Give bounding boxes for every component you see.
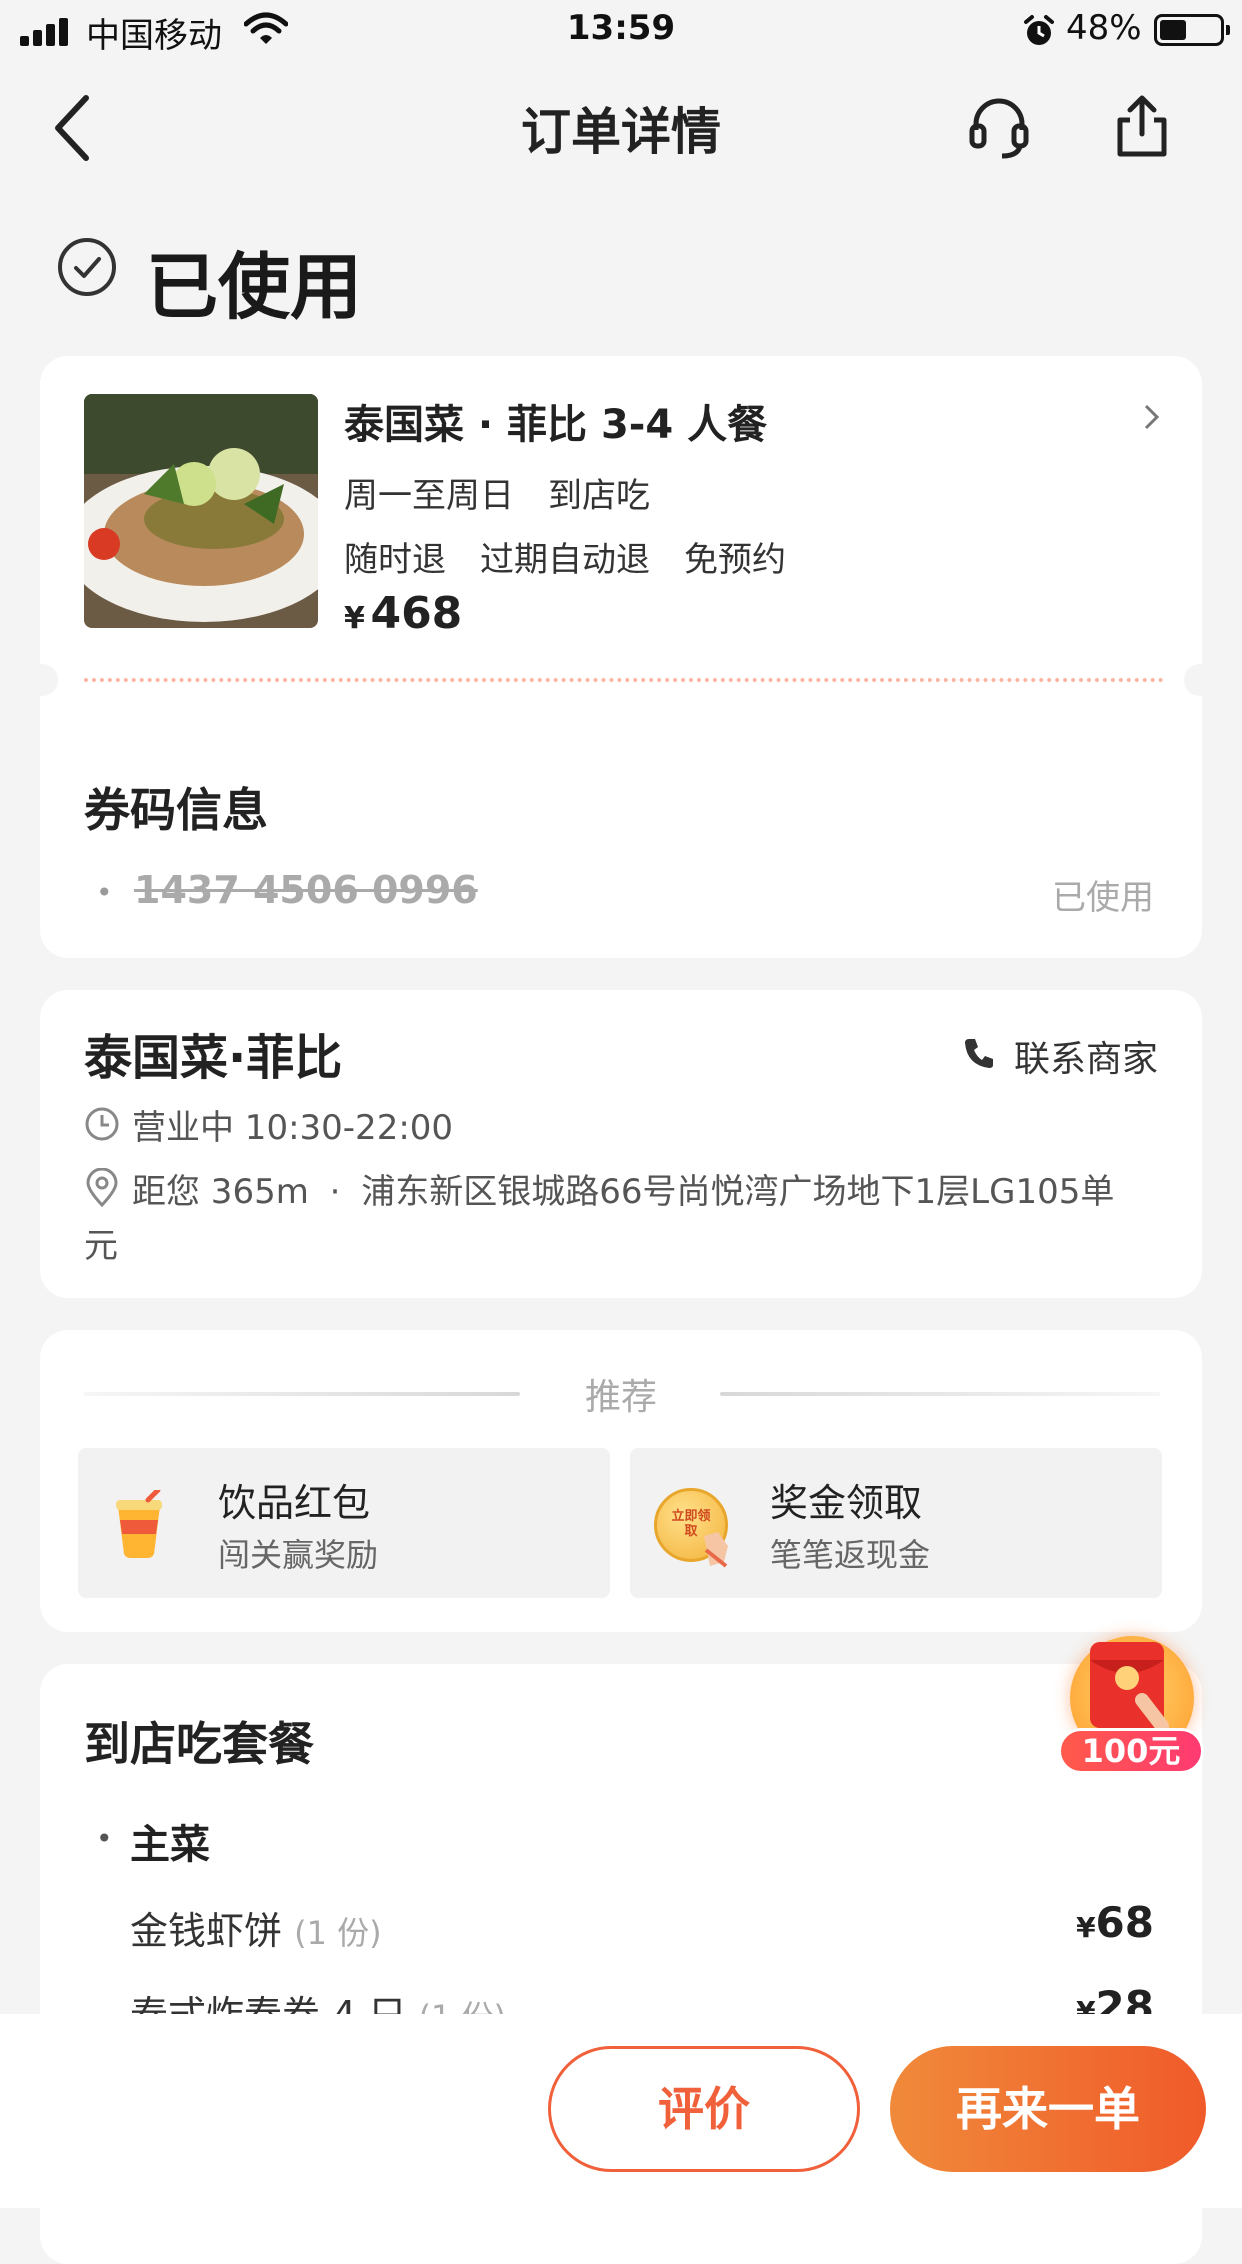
address-line1: 浦东新区银城路66号尚悦湾广场地下1层LG105单 [361, 1172, 1115, 1212]
voucher-title: 券码信息 [84, 783, 268, 837]
currency-symbol: ¥ [1076, 1911, 1096, 1944]
item-qty: (1 份) [294, 1914, 382, 1952]
currency-symbol: ¥ [344, 601, 365, 636]
tag: 过期自动退 [480, 540, 650, 580]
chevron-right-icon[interactable] [1142, 402, 1162, 432]
contact-merchant-button[interactable]: 联系商家 [1014, 1030, 1158, 1082]
promo-amount: 100元 [1058, 1728, 1204, 1774]
recommend-item-title: 奖金领取 [770, 1481, 923, 1525]
voucher-status: 已使用 [1052, 878, 1154, 918]
battery-percent: 48% [1066, 8, 1142, 48]
bullet: • [96, 1822, 113, 1855]
store-distance: 距您 365m [132, 1172, 309, 1212]
hand-icon [704, 1532, 728, 1568]
store-address[interactable]: 距您 365m · 浦东新区银城路66号尚悦湾广场地下1层LG105单 [132, 1164, 1114, 1213]
store-name[interactable]: 泰国菜·菲比 [84, 1018, 342, 1088]
page-title: 订单详情 [521, 103, 721, 161]
alarm-icon [1024, 15, 1054, 45]
review-button[interactable]: 评价 [548, 2046, 860, 2172]
product-name[interactable]: 泰国菜 · 菲比 3-4 人餐 [344, 392, 767, 450]
status-bar: 中国移动 13:59 48% [0, 0, 1242, 64]
share-icon[interactable] [1112, 94, 1172, 160]
package-title: 到店吃套餐 [84, 1717, 314, 1771]
recommend-item[interactable]: 立即领取 奖金领取 笔笔返现金 [630, 1448, 1162, 1598]
order-status: 已使用 [146, 245, 363, 329]
address-line2: 元 [84, 1226, 118, 1266]
package-section: 主菜 [130, 1822, 210, 1868]
validity-mode: 到店吃 [548, 476, 650, 516]
tag: 免预约 [684, 540, 786, 580]
reorder-button[interactable]: 再来一单 [890, 2046, 1206, 2172]
red-packet-promo[interactable]: 100元 [1056, 1630, 1206, 1780]
store-hours: 营业中 10:30-22:00 [132, 1108, 454, 1148]
recommend-item-subtitle: 笔笔返现金 [770, 1536, 931, 1574]
package-item: 金钱虾饼 (1 份) [130, 1900, 382, 1955]
ticket-notch [26, 664, 58, 696]
product-tags: 随时退 过期自动退 免预约 [344, 532, 786, 581]
validity-days: 周一至周日 [344, 476, 514, 516]
recommend-item[interactable]: 饮品红包 闯关赢奖励 [78, 1448, 610, 1598]
battery-icon [1154, 14, 1230, 46]
voucher-code: 1437 4506 0996 [134, 868, 478, 912]
divider [84, 678, 1164, 682]
red-envelope-icon [1090, 1642, 1169, 1733]
product-price: ¥ 468 [344, 588, 462, 639]
recommend-item-subtitle: 闯关赢奖励 [218, 1536, 379, 1574]
customer-service-icon[interactable] [966, 94, 1032, 160]
package-item-price: ¥68 [1000, 1898, 1154, 1947]
check-circle-icon [58, 238, 116, 296]
location-pin-icon [86, 1168, 118, 1208]
drink-cup-icon [116, 1490, 162, 1558]
price-value: 468 [370, 588, 463, 639]
item-name: 金钱虾饼 [130, 1909, 283, 1953]
recommend-item-title: 饮品红包 [218, 1481, 371, 1525]
recommend-title: 推荐 [584, 1377, 657, 1418]
price-value: 68 [1095, 1898, 1154, 1947]
ticket-notch [1184, 664, 1216, 696]
tag: 随时退 [344, 540, 446, 580]
product-thumbnail[interactable] [84, 394, 318, 628]
bullet: • [96, 876, 113, 909]
product-validity: 周一至周日 到店吃 [344, 468, 650, 517]
clock-icon [85, 1107, 119, 1141]
phone-icon[interactable] [962, 1036, 996, 1070]
